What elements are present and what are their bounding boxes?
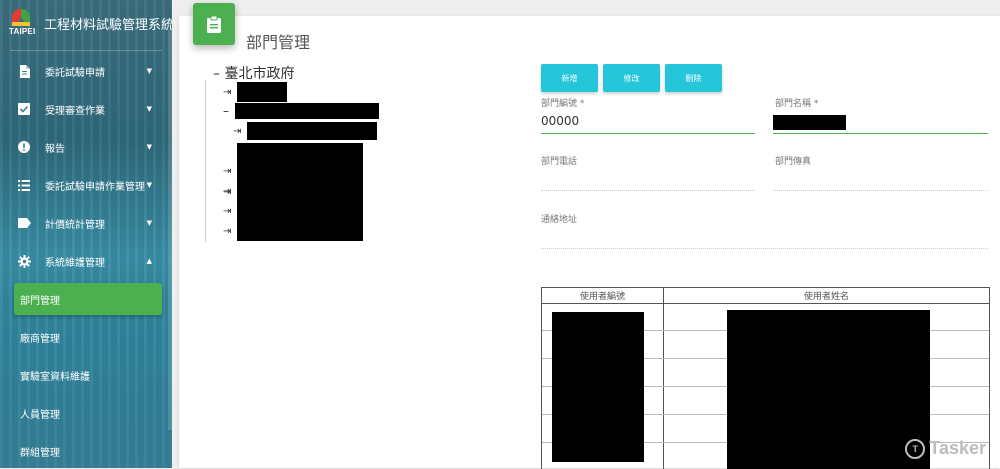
- clipboard-icon: [193, 3, 235, 45]
- add-button[interactable]: 新增: [541, 64, 598, 92]
- sidebar: TAIPEI 工程材料試驗管理系統 委託試驗申請 ▼ 受理審查作業 ▼ 報告 ▼: [0, 0, 172, 468]
- sidebar-item-label: 系統維護管理: [45, 257, 105, 269]
- sidebar-subitem-department[interactable]: 部門管理: [14, 283, 162, 315]
- sidebar-item-review[interactable]: 受理審查作業 ▼: [0, 90, 172, 128]
- redacted-user-numbers: [552, 312, 644, 462]
- redacted-text: [237, 143, 363, 241]
- table-header-user-name: 使用者姓名: [664, 288, 989, 304]
- chevron-up-icon: ▲: [146, 257, 152, 265]
- sidebar-item-label: 計價統計管理: [45, 219, 105, 231]
- dept-no-underline: [541, 133, 755, 134]
- dept-fax-field[interactable]: [773, 190, 988, 191]
- sidebar-subitem-personnel[interactable]: 人員管理: [14, 394, 162, 432]
- chevron-down-icon: ▼: [146, 105, 152, 113]
- tree-root[interactable]: – 臺北市政府: [213, 63, 294, 83]
- check-square-icon: [17, 102, 31, 116]
- sidebar-subitem-label: 群組管理: [20, 447, 60, 459]
- sidebar-subitem-group[interactable]: 群組管理: [14, 432, 162, 468]
- sidebar-subitem-label: 部門管理: [20, 295, 60, 307]
- sidebar-subitem-label: 廠商管理: [20, 333, 60, 345]
- indent-icon: ⇥: [223, 86, 232, 98]
- label-icon: [17, 216, 31, 230]
- dept-phone-label: 部門電話: [541, 157, 578, 167]
- top-bar: [172, 0, 1000, 16]
- address-label: 通絡地址: [541, 215, 578, 225]
- tree-node[interactable]: ⇥: [223, 143, 363, 241]
- tasker-logo-icon: T: [905, 438, 926, 459]
- address-field[interactable]: [541, 248, 988, 249]
- sidebar-item-report[interactable]: 報告 ▼: [0, 128, 172, 166]
- dept-name-label: 部門名稱 *: [775, 99, 819, 109]
- indent-icon: ⇥: [223, 186, 232, 197]
- redacted-text: [235, 103, 379, 119]
- divider: [10, 50, 162, 51]
- sidebar-item-commission-request[interactable]: 委託試驗申請 ▼: [0, 52, 172, 90]
- list-icon: [17, 178, 31, 192]
- alert-circle-icon: [17, 140, 31, 154]
- sidebar-item-label: 委託試驗申請: [45, 67, 105, 79]
- sidebar-item-label: 受理審查作業: [45, 105, 105, 117]
- app-title: 工程材料試驗管理系統: [44, 17, 172, 33]
- sidebar-scrollbar[interactable]: [168, 30, 172, 430]
- indent-icon: ⇥: [223, 226, 232, 237]
- tree-node-icons: ⇥ ⇥ ⇥ ⇥: [223, 162, 237, 242]
- sidebar-item-commission-management[interactable]: 委託試驗申請作業管理 ▼: [0, 166, 172, 204]
- brand[interactable]: TAIPEI 工程材料試驗管理系統: [8, 6, 172, 40]
- sidebar-menu: 委託試驗申請 ▼ 受理審查作業 ▼ 報告 ▼ 委託試驗申請作業管理 ▼ 計價統計…: [0, 52, 172, 468]
- sidebar-item-label: 委託試驗申請作業管理: [45, 181, 145, 193]
- sidebar-subitem-label: 實驗室資料維護: [20, 371, 90, 383]
- chevron-down-icon: ▼: [146, 67, 152, 75]
- sidebar-item-system-maintenance[interactable]: 系統維護管理 ▲: [0, 242, 172, 280]
- gear-icon: [17, 254, 31, 268]
- page-title: 部門管理: [246, 33, 311, 52]
- indent-icon: ⇥: [233, 125, 242, 137]
- dept-name-underline: [773, 133, 988, 134]
- dept-phone-field[interactable]: [541, 190, 755, 191]
- tree-guide-line: [205, 80, 206, 242]
- sidebar-subitem-vendor[interactable]: 廠商管理: [14, 318, 162, 356]
- watermark: T Tasker: [905, 438, 986, 459]
- dept-no-label: 部門編號 *: [541, 99, 585, 109]
- chevron-down-icon: ▼: [146, 219, 152, 227]
- collapse-icon[interactable]: –: [223, 104, 235, 118]
- redacted-text: [237, 82, 287, 102]
- sidebar-subitem-label: 人員管理: [20, 409, 60, 421]
- delete-button[interactable]: 刪除: [665, 64, 722, 92]
- sidebar-item-label: 報告: [45, 143, 65, 155]
- dept-fax-label: 部門傳真: [775, 157, 812, 167]
- dept-no-field[interactable]: 00000: [541, 114, 579, 128]
- redacted-user-names: [727, 310, 930, 469]
- tree-node[interactable]: ⇥: [233, 122, 377, 140]
- indent-icon: ⇥: [223, 206, 232, 217]
- taipei-logo: TAIPEI: [8, 9, 38, 37]
- indent-icon: ⇥: [223, 166, 232, 177]
- collapse-icon[interactable]: –: [213, 66, 224, 82]
- tree-node[interactable]: ⇥: [223, 82, 287, 102]
- dept-name-field[interactable]: [773, 115, 846, 130]
- edit-button[interactable]: 修改: [603, 64, 660, 92]
- redacted-text: [247, 122, 377, 140]
- tree-root-label: 臺北市政府: [224, 66, 295, 82]
- logo-text: TAIPEI: [9, 27, 36, 36]
- watermark-text: Tasker: [929, 438, 986, 458]
- table-header-user-no: 使用者編號: [542, 288, 663, 304]
- chevron-down-icon: ▼: [146, 181, 152, 189]
- sidebar-subitem-laboratory[interactable]: 實驗室資料維護: [14, 356, 162, 394]
- document-icon: [17, 64, 31, 78]
- chevron-down-icon: ▼: [146, 143, 152, 151]
- sidebar-item-billing[interactable]: 計價統計管理 ▼: [0, 204, 172, 242]
- tree-node[interactable]: –: [223, 103, 379, 119]
